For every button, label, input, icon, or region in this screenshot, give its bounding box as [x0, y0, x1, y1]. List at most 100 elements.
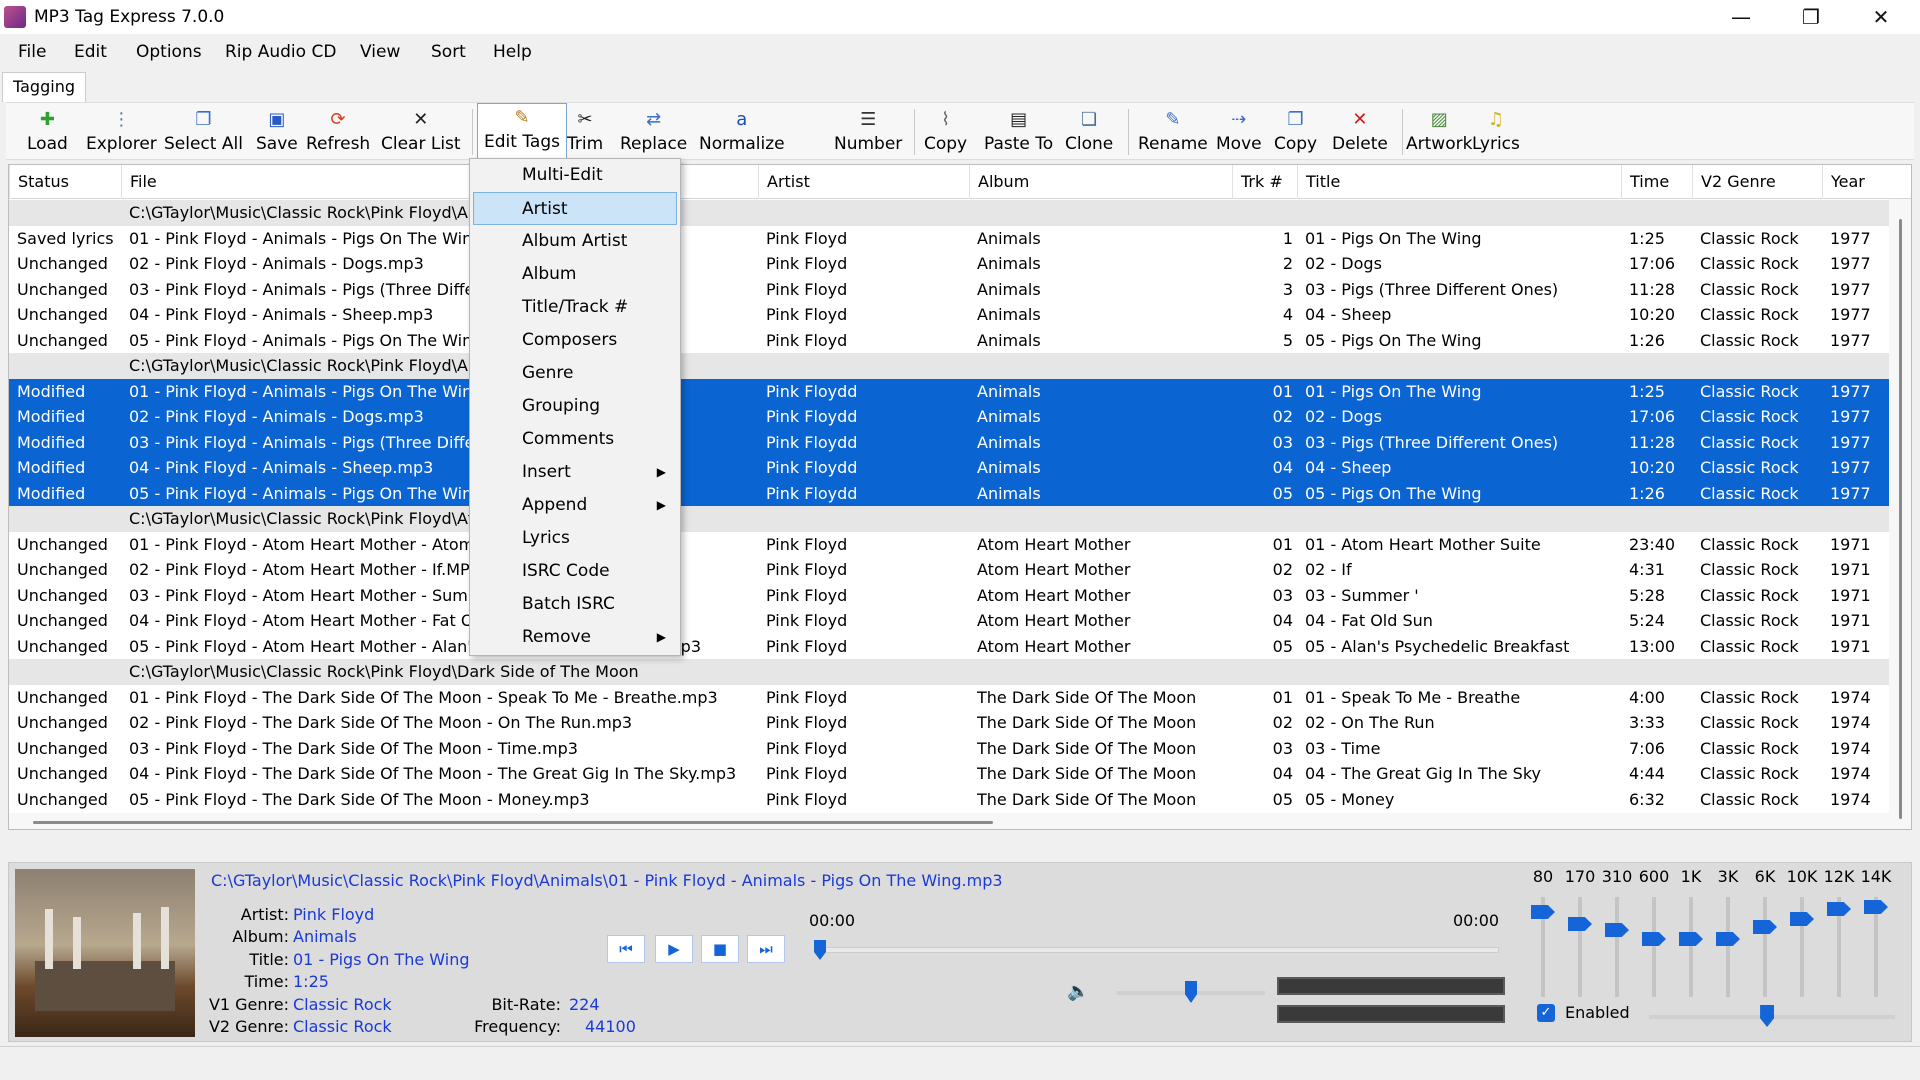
table-row[interactable]: Unchanged 03 - Pink Floyd - Animals - Pig…	[9, 277, 1889, 303]
horizontal-scrollbar[interactable]	[9, 813, 1889, 829]
table-row[interactable]: Unchanged 04 - Pink Floyd - Animals - She…	[9, 302, 1889, 328]
menu-item-grouping[interactable]: Grouping	[470, 390, 680, 423]
balance-slider[interactable]	[1649, 1005, 1895, 1027]
lyrics-button[interactable]: ♫ Lyrics	[1472, 106, 1520, 158]
table-row[interactable]: Modified 03 - Pink Floyd - Animals - Pigs…	[9, 429, 1889, 455]
table-row[interactable]: Unchanged 04 - Pink Floyd - Atom Heart Mo…	[9, 608, 1889, 634]
folder-row[interactable]: C:\GTaylor\Music\Classic Rock\Pink Floyd…	[9, 200, 1889, 226]
artwork-button[interactable]: ▨ Artwork	[1406, 106, 1472, 158]
minimize-button[interactable]: —	[1706, 0, 1776, 34]
equalizer-enabled-checkbox[interactable]: ✓ Enabled	[1537, 1003, 1630, 1022]
menu-item-album[interactable]: Album	[470, 258, 680, 291]
play-button[interactable]: ▶	[655, 935, 693, 963]
table-row[interactable]: Unchanged 01 - Pink Floyd - The Dark Side…	[9, 685, 1889, 711]
close-button[interactable]: ✕	[1846, 0, 1916, 34]
menu-item-remove[interactable]: Remove ▶	[470, 621, 680, 654]
table-row[interactable]: Unchanged 02 - Pink Floyd - Atom Heart Mo…	[9, 557, 1889, 583]
normalize-button[interactable]: a Normalize	[699, 106, 785, 158]
eq-band-thumb[interactable]	[1827, 902, 1851, 916]
column-header-time[interactable]: Time	[1621, 165, 1692, 199]
menu-item-album-artist[interactable]: Album Artist	[470, 225, 680, 258]
clear-list-button[interactable]: ✕ Clear List	[381, 106, 461, 158]
menu-item-lyrics[interactable]: Lyrics	[470, 522, 680, 555]
eq-band-thumb[interactable]	[1605, 923, 1629, 937]
save-button[interactable]: ▣ Save	[256, 106, 298, 158]
column-header-artist[interactable]: Artist	[758, 165, 969, 199]
folder-row[interactable]: C:\GTaylor\Music\Classic Rock\Pink Floyd…	[9, 506, 1889, 532]
eq-band-slider[interactable]	[1864, 897, 1888, 997]
stop-button[interactable]: ■	[701, 935, 739, 963]
paste-to-button[interactable]: ▤ Paste To	[984, 106, 1053, 158]
menu-item-batch-isrc[interactable]: Batch ISRC	[470, 588, 680, 621]
column-header-trk-[interactable]: Trk #	[1232, 165, 1297, 199]
column-header-title[interactable]: Title	[1297, 165, 1621, 199]
menu-item-multi-edit[interactable]: Multi-Edit	[470, 159, 680, 192]
menu-item-comments[interactable]: Comments	[470, 423, 680, 456]
table-row[interactable]: Unchanged 05 - Pink Floyd - Atom Heart Mo…	[9, 634, 1889, 660]
delete-button[interactable]: ✕ Delete	[1332, 106, 1388, 158]
file-list-grid[interactable]: Status File Artist Album Trk # Title Time V2 Ge…	[8, 164, 1912, 830]
seek-thumb[interactable]	[814, 940, 826, 960]
select-all-button[interactable]: ❐ Select All	[164, 106, 243, 158]
eq-band-thumb[interactable]	[1864, 900, 1888, 914]
table-row[interactable]: Unchanged 02 - Pink Floyd - The Dark Side…	[9, 710, 1889, 736]
table-row[interactable]: Unchanged 05 - Pink Floyd - Animals - Pig…	[9, 328, 1889, 354]
eq-band-thumb[interactable]	[1531, 905, 1555, 919]
menu-rip-audio-cd[interactable]: Rip Audio CD	[211, 36, 350, 68]
menu-item-artist[interactable]: Artist	[473, 192, 677, 225]
eq-band-thumb[interactable]	[1716, 932, 1740, 946]
table-row[interactable]: Unchanged 03 - Pink Floyd - Atom Heart Mo…	[9, 583, 1889, 609]
table-row[interactable]: Modified 01 - Pink Floyd - Animals - Pigs…	[9, 378, 1889, 404]
table-row[interactable]: Unchanged 04 - Pink Floyd - The Dark Side…	[9, 761, 1889, 787]
table-row[interactable]: Modified 04 - Pink Floyd - Animals - Shee…	[9, 455, 1889, 481]
explorer-button[interactable]: ⋮ Explorer	[86, 106, 157, 158]
eq-band-slider[interactable]	[1827, 897, 1851, 997]
menu-edit[interactable]: Edit	[60, 36, 121, 68]
load-button[interactable]: ✚ Load	[27, 106, 68, 158]
eq-band-slider[interactable]	[1716, 897, 1740, 997]
menu-sort[interactable]: Sort	[417, 36, 480, 68]
eq-band-slider[interactable]	[1679, 897, 1703, 997]
eq-band-slider[interactable]	[1568, 897, 1592, 997]
volume-thumb[interactable]	[1185, 981, 1197, 1003]
column-header-album[interactable]: Album	[969, 165, 1232, 199]
maximize-button[interactable]: ❐	[1776, 0, 1846, 34]
rename-button[interactable]: ✎ Rename	[1138, 106, 1208, 158]
previous-button[interactable]: ⏮	[607, 935, 645, 963]
eq-band-thumb[interactable]	[1790, 912, 1814, 926]
edit-tags-button[interactable]: ✎ Edit Tags	[477, 103, 567, 161]
eq-band-slider[interactable]	[1753, 897, 1777, 997]
menu-options[interactable]: Options	[122, 36, 216, 68]
table-row[interactable]: Unchanged 05 - Pink Floyd - The Dark Side…	[9, 787, 1889, 813]
horizontal-scroll-thumb[interactable]	[33, 821, 993, 824]
trim-button[interactable]: ✂ Trim	[567, 106, 603, 158]
number-button[interactable]: ☰ Number	[834, 106, 902, 158]
eq-band-thumb[interactable]	[1568, 917, 1592, 931]
folder-row[interactable]: C:\GTaylor\Music\Classic Rock\Pink Floyd…	[9, 353, 1889, 379]
eq-band-thumb[interactable]	[1679, 932, 1703, 946]
eq-band-thumb[interactable]	[1642, 932, 1666, 946]
refresh-button[interactable]: ⟳ Refresh	[306, 106, 370, 158]
copy-button[interactable]: ❐ Copy	[1274, 106, 1317, 158]
table-row[interactable]: Modified 05 - Pink Floyd - Animals - Pigs…	[9, 480, 1889, 506]
menu-item-composers[interactable]: Composers	[470, 324, 680, 357]
eq-band-thumb[interactable]	[1753, 920, 1777, 934]
tab-tagging[interactable]: Tagging	[2, 72, 86, 102]
menu-item-genre[interactable]: Genre	[470, 357, 680, 390]
table-row[interactable]: Modified 02 - Pink Floyd - Animals - Dogs…	[9, 404, 1889, 430]
volume-slider[interactable]	[1117, 981, 1265, 1003]
copy-button[interactable]: ⌇ Copy	[924, 106, 967, 158]
menu-item-isrc-code[interactable]: ISRC Code	[470, 555, 680, 588]
seek-bar[interactable]	[814, 940, 1499, 960]
eq-band-slider[interactable]	[1531, 897, 1555, 997]
replace-button[interactable]: ⇄ Replace	[620, 106, 687, 158]
eq-band-slider[interactable]	[1790, 897, 1814, 997]
column-header-year[interactable]: Year	[1822, 165, 1911, 199]
folder-row[interactable]: C:\GTaylor\Music\Classic Rock\Pink Floyd…	[9, 659, 1889, 685]
column-header-status[interactable]: Status	[9, 165, 121, 199]
vertical-scrollbar[interactable]	[1889, 199, 1911, 829]
table-row[interactable]: Unchanged 02 - Pink Floyd - Animals - Dog…	[9, 251, 1889, 277]
menu-item-insert[interactable]: Insert ▶	[470, 456, 680, 489]
menu-item-title-track-[interactable]: Title/Track #	[470, 291, 680, 324]
vertical-scroll-thumb[interactable]	[1899, 219, 1902, 819]
